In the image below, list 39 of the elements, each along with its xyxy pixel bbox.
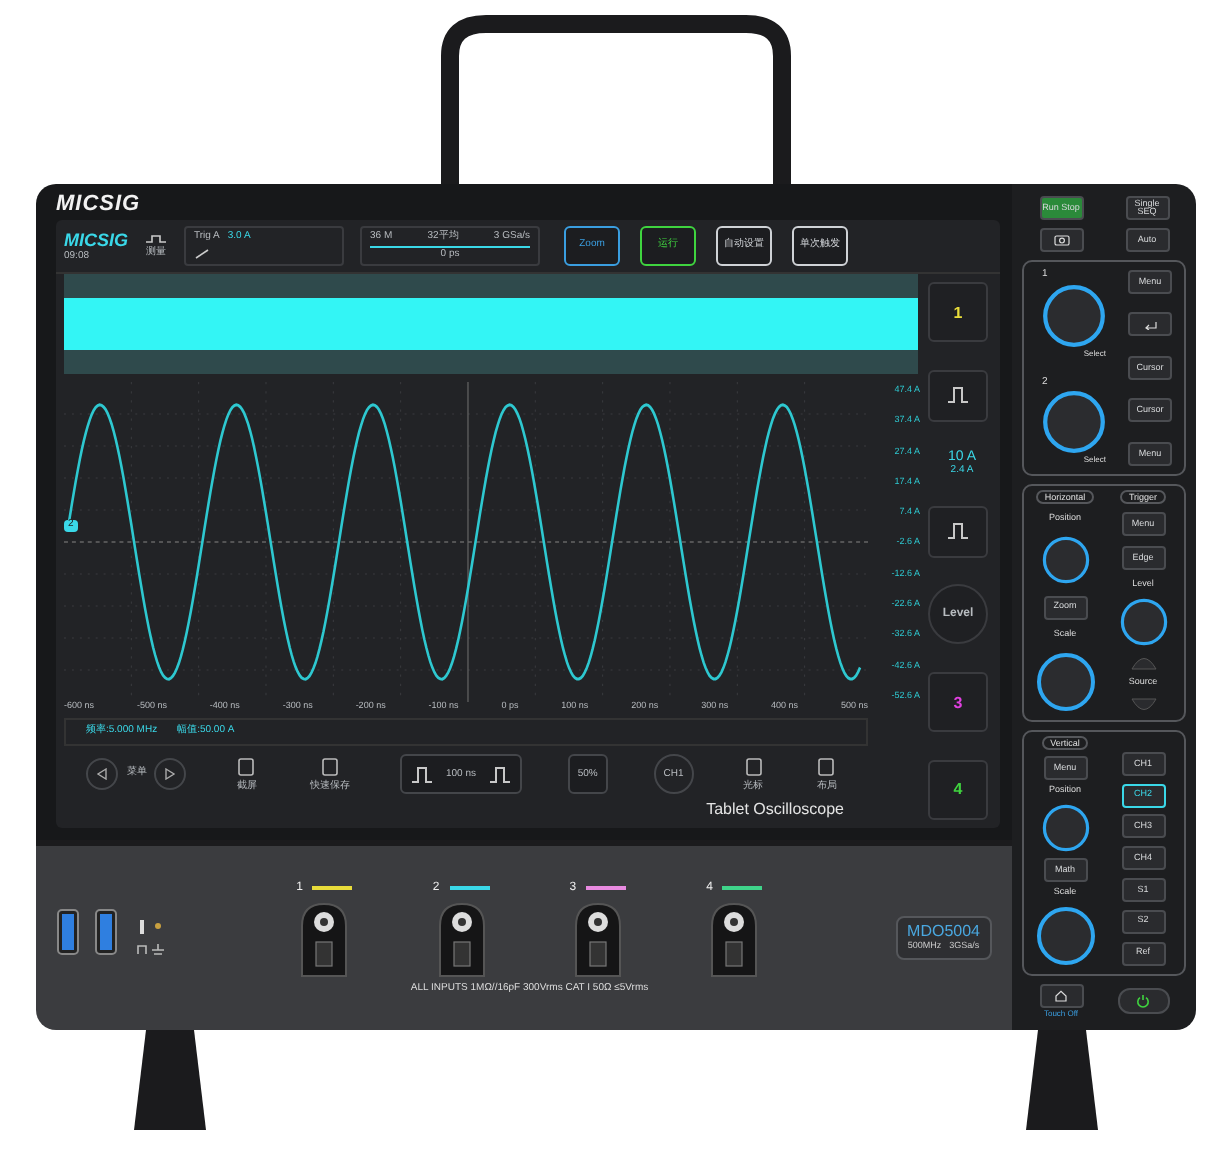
rotary-knob[interactable] [1041, 803, 1089, 852]
rotary-knob[interactable] [1041, 536, 1089, 585]
bnc-connector-icon [710, 901, 759, 978]
rotary-knob[interactable] [1035, 905, 1095, 966]
rotary-knob[interactable] [1042, 390, 1106, 455]
product-label: Tablet Oscilloscope [706, 802, 844, 820]
rotary-knob[interactable] [1042, 283, 1106, 347]
pulse-icon [488, 765, 513, 783]
screen-logo: MICSIG [64, 229, 129, 250]
previous-button[interactable] [86, 758, 119, 790]
model-name: MDO5004 [907, 924, 980, 941]
trigger-edge-button[interactable] [928, 369, 988, 422]
right-triangle-icon [164, 768, 177, 780]
power-button[interactable] [1117, 987, 1169, 1014]
channel-button[interactable]: 1 [928, 282, 988, 342]
pulse-edge-icon [946, 386, 970, 405]
power-icon [1136, 993, 1150, 1008]
screenshot-button[interactable] [1039, 228, 1083, 252]
bnc-connector-icon [573, 901, 622, 978]
rotary-knob[interactable] [1119, 598, 1167, 647]
pulse-icon [410, 765, 434, 783]
return-arrow-icon [1143, 319, 1157, 330]
left-triangle-icon [96, 768, 109, 780]
trigger-edge-button[interactable] [928, 505, 988, 558]
channel-button[interactable]: 4 [928, 759, 988, 820]
back-button[interactable] [1128, 312, 1172, 337]
rotary-knob[interactable] [1035, 651, 1095, 712]
brand-logo: MICSIG [56, 192, 141, 220]
home-button[interactable] [1039, 983, 1083, 1008]
camera-icon [1053, 234, 1069, 246]
probe-comp-terminal-icon [136, 916, 164, 960]
next-button[interactable] [154, 758, 187, 790]
home-icon [1054, 989, 1068, 1002]
channel-button[interactable]: 3 [928, 672, 988, 733]
pulse-edge-icon [946, 522, 970, 541]
bnc-connector-icon [437, 901, 486, 978]
bnc-connector-icon [300, 901, 349, 978]
measure-icon [144, 232, 169, 247]
rising-edge-icon [194, 248, 211, 260]
